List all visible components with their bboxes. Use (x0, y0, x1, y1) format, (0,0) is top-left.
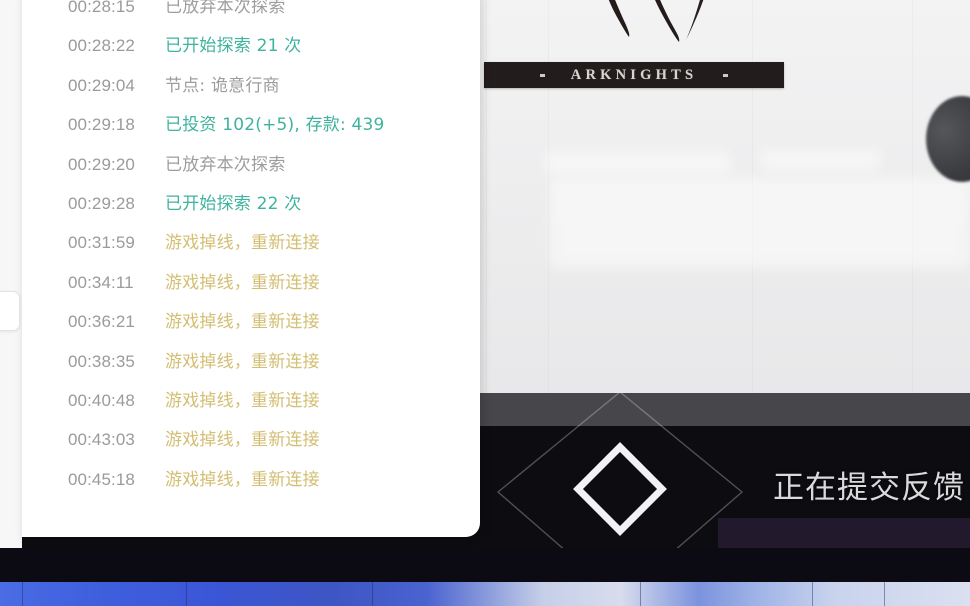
wordmark-right-dot-icon (723, 73, 729, 77)
log-row: 00:29:28 已开始探索 22 次 (22, 189, 480, 228)
left-gutter (0, 0, 22, 548)
log-row: 00:45:18 游戏掉线，重新连接 (22, 465, 480, 504)
log-row-timestamp: 00:28:22 (68, 36, 135, 56)
log-row: 00:29:04 节点: 诡意行商 (22, 71, 480, 110)
log-row-message: 已放弃本次探索 (165, 0, 286, 17)
log-row: 00:28:22 已开始探索 21 次 (22, 31, 480, 70)
bottom-color-strip (0, 582, 970, 606)
log-row-timestamp: 00:29:04 (68, 75, 135, 95)
log-row-timestamp: 00:45:18 (68, 469, 135, 489)
screen-root: ARKNIGHTS 正在提交反馈 00:28:15 已放弃本次探索 00:28:22… (0, 0, 970, 606)
log-row-timestamp: 00:31:59 (68, 233, 135, 253)
strip-divider (22, 582, 23, 606)
log-row-message: 游戏掉线，重新连接 (165, 351, 320, 372)
log-row-message: 已投资 102(+5), 存款: 439 (165, 115, 385, 136)
log-row-message: 节点: 诡意行商 (165, 75, 280, 96)
wordmark-left-dot-icon (539, 73, 545, 77)
background-highlight (550, 178, 970, 268)
log-row: 00:38:35 游戏掉线，重新连接 (22, 347, 480, 386)
log-row-message: 游戏掉线，重新连接 (165, 312, 320, 333)
background-seam (486, 0, 487, 395)
log-row: 00:40:48 游戏掉线，重新连接 (22, 386, 480, 425)
log-row: 00:29:20 已放弃本次探索 (22, 150, 480, 189)
strip-divider (884, 582, 885, 606)
log-row-timestamp: 00:38:35 (68, 351, 135, 371)
left-floating-widget[interactable] (0, 291, 20, 331)
strip-divider (812, 582, 813, 606)
log-row-timestamp: 00:36:21 (68, 312, 135, 332)
loading-diamond-icon (573, 442, 667, 536)
log-row: 00:43:03 游戏掉线，重新连接 (22, 425, 480, 464)
log-row-timestamp: 00:28:15 (68, 0, 135, 16)
log-row-timestamp: 00:29:20 (68, 154, 135, 174)
log-row: 00:36:21 游戏掉线，重新连接 (22, 307, 480, 346)
operation-log-list[interactable]: 00:28:15 已放弃本次探索 00:28:22 已开始探索 21 次 00:29:0… (22, 0, 480, 504)
arknights-wordmark-text: ARKNIGHTS (570, 66, 698, 83)
log-row-message: 游戏掉线，重新连接 (165, 430, 320, 451)
log-row: 00:34:11 游戏掉线，重新连接 (22, 268, 480, 307)
log-row-message: 游戏掉线，重新连接 (165, 390, 320, 411)
log-row-timestamp: 00:34:11 (68, 272, 134, 292)
operation-log-panel[interactable]: 00:28:15 已放弃本次探索 00:28:22 已开始探索 21 次 00:29:0… (22, 0, 480, 537)
background-seam (548, 0, 549, 395)
log-row-message: 已开始探索 22 次 (165, 193, 302, 214)
log-row-message: 游戏掉线，重新连接 (165, 469, 320, 490)
strip-divider (640, 582, 641, 606)
log-row-timestamp: 00:29:18 (68, 115, 135, 135)
log-row: 00:28:15 已放弃本次探索 (22, 0, 480, 31)
strip-divider (372, 582, 373, 606)
background-highlight (760, 150, 880, 170)
log-row-message: 游戏掉线，重新连接 (165, 233, 320, 254)
log-row: 00:29:18 已投资 102(+5), 存款: 439 (22, 110, 480, 149)
feedback-status-text: 正在提交反馈 (773, 470, 965, 506)
background-highlight (545, 152, 730, 174)
arknights-wordmark-plate: ARKNIGHTS (484, 62, 784, 88)
bottom-black-bar (0, 548, 970, 582)
log-row-timestamp: 00:40:48 (68, 390, 135, 410)
log-row-message: 已开始探索 21 次 (165, 36, 302, 57)
log-row-timestamp: 00:29:28 (68, 193, 135, 213)
log-row-message: 游戏掉线，重新连接 (165, 272, 320, 293)
log-row: 00:31:59 游戏掉线，重新连接 (22, 228, 480, 267)
log-row-timestamp: 00:43:03 (68, 430, 135, 450)
strip-divider (186, 582, 187, 606)
log-row-message: 已放弃本次探索 (165, 154, 286, 175)
